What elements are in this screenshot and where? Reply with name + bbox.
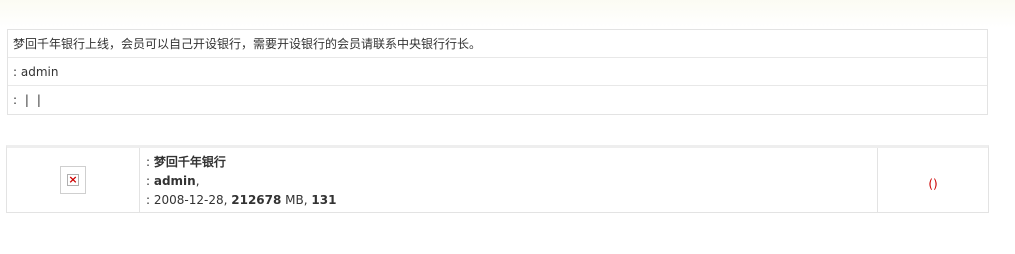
bank-info-cell: : 梦回千年银行 : admin, : 2008-12-28, 212678 M… (140, 148, 878, 212)
bank-logo[interactable]: × (60, 166, 86, 194)
admin-link[interactable]: admin (21, 65, 59, 79)
top-band (0, 0, 1015, 28)
bank-owner[interactable]: admin (154, 174, 196, 188)
bank-table: × : 梦回千年银行 : admin, : 2008-12-28, 212678… (6, 145, 989, 213)
links-prefix: : (13, 93, 21, 107)
bank-owner-row: : admin, (146, 172, 877, 191)
bank-action-link[interactable]: () (928, 177, 937, 191)
bank-size: 212678 (231, 193, 282, 207)
separator: | (36, 93, 41, 107)
admin-prefix: : (13, 65, 21, 79)
broken-image-icon: × (67, 173, 79, 186)
notice-box: 梦回千年银行上线，会员可以自己开设银行，需要开设银行的会员请联系中央银行行长。 … (7, 29, 988, 115)
notice-text: 梦回千年银行上线，会员可以自己开设银行，需要开设银行的会员请联系中央银行行长。 (8, 30, 987, 58)
bank-stats-row: : 2008-12-28, 212678 MB, 131 (146, 191, 877, 210)
bank-name-row: : 梦回千年银行 (146, 153, 877, 172)
size-unit: MB, (281, 193, 312, 207)
notice-message: 梦回千年银行上线，会员可以自己开设银行，需要开设银行的会员请联系中央银行行长。 (13, 37, 482, 51)
bank-count: 131 (311, 193, 337, 207)
separator: | (24, 93, 29, 107)
owner-prefix: : (146, 174, 154, 188)
admin-row: : admin (8, 58, 987, 86)
stats-prefix: : (146, 193, 154, 207)
bank-action-cell: () (878, 148, 988, 212)
owner-suffix: , (195, 174, 200, 188)
bank-name-prefix: : (146, 155, 154, 169)
links-row: : | | (8, 86, 987, 114)
bank-logo-cell: × (7, 148, 140, 212)
bank-name[interactable]: 梦回千年银行 (154, 155, 226, 169)
bank-date: 2008-12-28 (153, 193, 224, 207)
